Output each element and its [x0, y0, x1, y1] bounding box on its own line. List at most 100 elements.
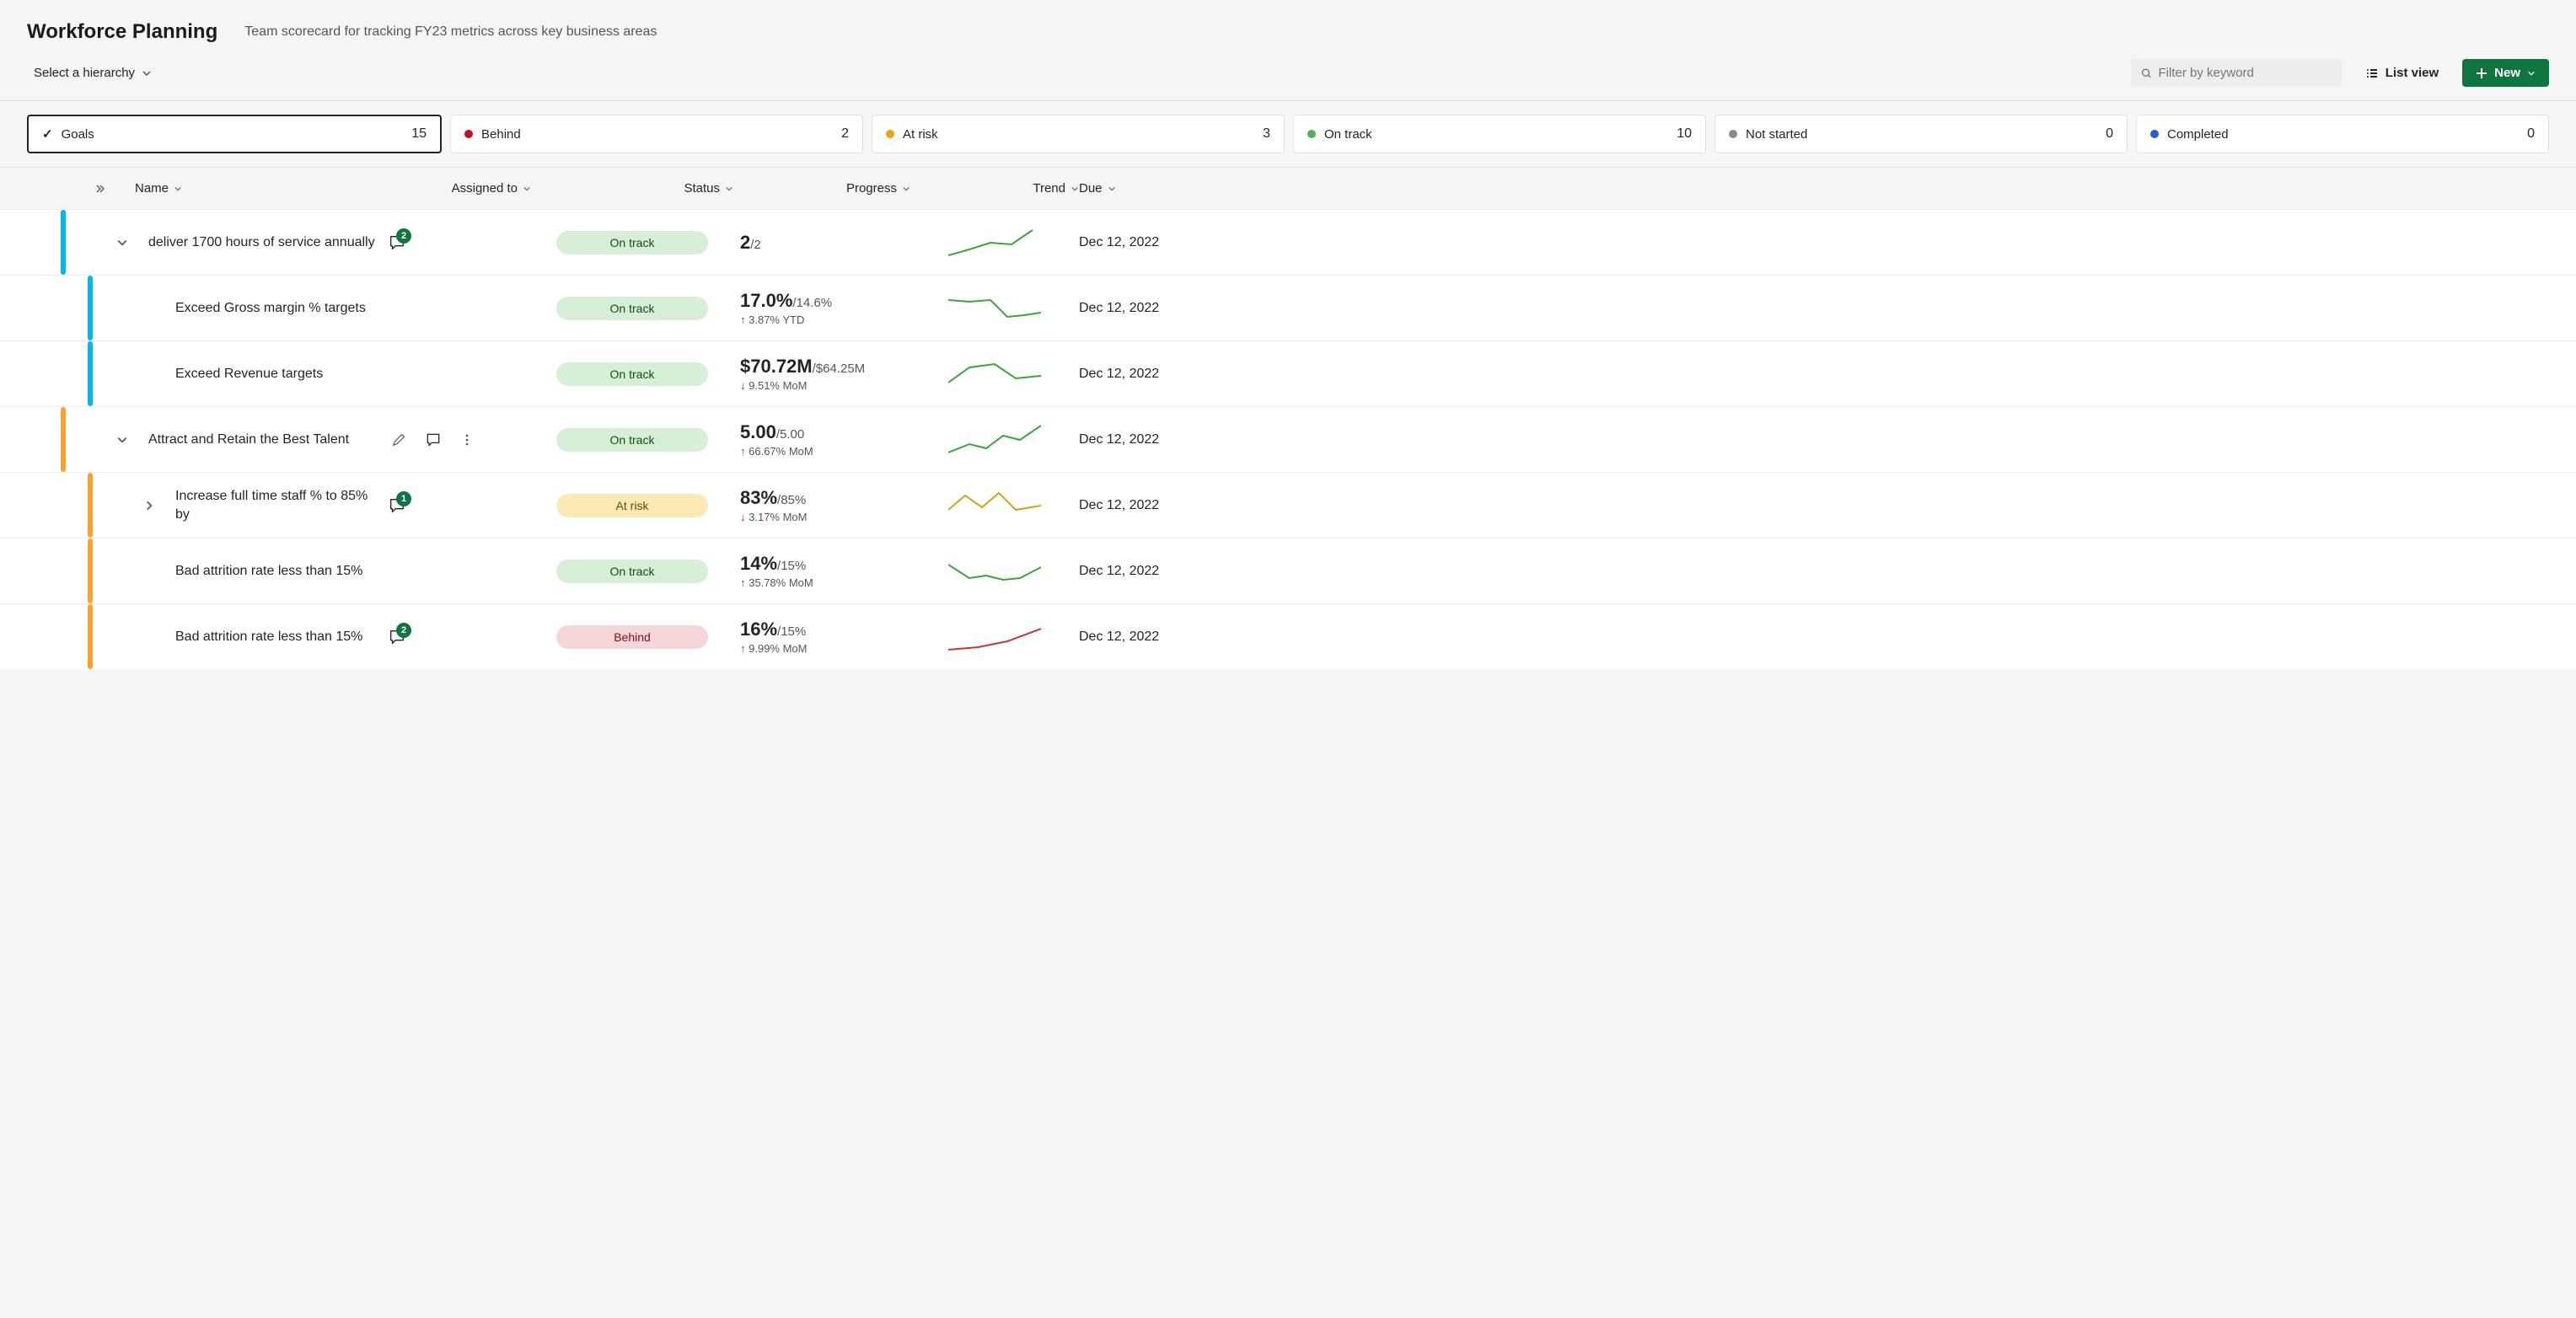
chevron-down-icon	[902, 185, 910, 193]
table-header: Name Assigned to Status Progress Trend D…	[0, 168, 2576, 209]
trend-sparkline	[948, 489, 1041, 522]
goal-name: Attract and Retain the Best Talent	[135, 426, 388, 454]
hierarchy-label: Select a hierarchy	[34, 66, 135, 80]
hierarchy-select[interactable]: Select a hierarchy	[27, 61, 158, 85]
chevron-down-icon	[174, 185, 182, 193]
comments-button[interactable]: 1	[388, 496, 406, 515]
table-body: deliver 1700 hours of service annually 2…	[0, 209, 2576, 669]
chevron-right-icon	[143, 500, 155, 512]
table-row[interactable]: deliver 1700 hours of service annually 2…	[0, 209, 2576, 275]
expand-toggle[interactable]	[116, 237, 128, 249]
dot-icon	[886, 130, 894, 138]
search-box[interactable]	[2131, 59, 2342, 87]
expand-toggle[interactable]	[116, 434, 128, 446]
goal-name: Bad attrition rate less than 15%	[162, 623, 388, 651]
page-header: Workforce Planning Team scorecard for tr…	[0, 0, 2576, 54]
dot-icon	[2150, 130, 2159, 138]
trend-sparkline	[948, 292, 1041, 325]
progress-value: 17.0%/14.6% 3.87% YTD	[733, 290, 910, 326]
comments-count: 2	[396, 623, 411, 638]
chevron-down-icon	[2527, 69, 2536, 78]
filter-notstarted[interactable]: Not started 0	[1715, 115, 2128, 153]
comments-button[interactable]: 2	[388, 233, 406, 252]
row-accent	[88, 473, 93, 538]
trend-sparkline	[948, 620, 1041, 654]
page-subtitle: Team scorecard for tracking FY23 metrics…	[244, 24, 657, 40]
table-row[interactable]: Exceed Revenue targets On track $70.72M/…	[0, 340, 2576, 406]
filter-goals[interactable]: ✓Goals 15	[27, 115, 442, 153]
status-badge: On track	[556, 428, 708, 452]
filter-behind[interactable]: Behind 2	[450, 115, 863, 153]
status-badge: At risk	[556, 494, 708, 517]
chevron-down-icon	[116, 237, 128, 249]
more-vertical-icon	[460, 433, 474, 447]
comment-icon	[425, 431, 442, 448]
table-row[interactable]: Attract and Retain the Best Talent On tr…	[0, 406, 2576, 472]
edit-button[interactable]	[388, 429, 410, 451]
new-label: New	[2494, 66, 2520, 80]
row-accent	[88, 604, 93, 669]
status-badge: On track	[556, 560, 708, 583]
col-progress[interactable]: Progress	[733, 181, 910, 196]
filter-atrisk[interactable]: At risk 3	[872, 115, 1285, 153]
chevron-down-icon	[1108, 185, 1116, 193]
table-row[interactable]: Exceed Gross margin % targets On track 1…	[0, 275, 2576, 340]
row-accent	[88, 341, 93, 406]
table-row[interactable]: Bad attrition rate less than 15% On trac…	[0, 538, 2576, 603]
status-badge: On track	[556, 297, 708, 320]
new-button[interactable]: New	[2462, 59, 2549, 87]
status-badge: On track	[556, 231, 708, 254]
chevron-down-icon	[523, 185, 531, 193]
dot-icon	[1307, 130, 1316, 138]
search-icon	[2141, 67, 2152, 79]
search-input[interactable]	[2159, 66, 2332, 80]
comments-button[interactable]	[421, 428, 445, 452]
due-date: Dec 12, 2022	[1079, 630, 1231, 645]
chevron-down-icon	[1071, 185, 1079, 193]
progress-value: 83%/85% 3.17% MoM	[733, 487, 910, 523]
row-accent	[61, 407, 66, 472]
dot-icon	[464, 130, 473, 138]
list-view-button[interactable]: List view	[2355, 59, 2449, 87]
list-icon	[2365, 67, 2379, 80]
more-button[interactable]	[457, 430, 477, 450]
row-accent	[61, 210, 66, 275]
page-title: Workforce Planning	[27, 20, 217, 44]
chevron-down-icon	[142, 68, 152, 78]
goal-name: Exceed Revenue targets	[162, 360, 388, 388]
trend-sparkline	[948, 357, 1041, 391]
row-accent	[88, 276, 93, 340]
double-chevron-icon	[94, 183, 106, 195]
due-date: Dec 12, 2022	[1079, 432, 1231, 447]
status-badge: Behind	[556, 625, 708, 649]
status-filters: ✓Goals 15 Behind 2 At risk 3 On track 10…	[0, 101, 2576, 168]
chevron-down-icon	[725, 185, 733, 193]
comments-button[interactable]: 2	[388, 628, 406, 646]
goal-name: deliver 1700 hours of service annually	[135, 228, 388, 257]
col-name[interactable]: Name	[135, 181, 388, 196]
dot-icon	[1729, 130, 1737, 138]
plus-icon	[2476, 67, 2487, 79]
progress-value: 5.00/5.00 66.67% MoM	[733, 421, 910, 458]
comments-count: 2	[396, 228, 411, 244]
col-trend[interactable]: Trend	[910, 181, 1079, 196]
col-due[interactable]: Due	[1079, 181, 1231, 196]
table-row[interactable]: Bad attrition rate less than 15% 2 Behin…	[0, 603, 2576, 669]
col-assigned[interactable]: Assigned to	[388, 181, 531, 196]
progress-value: 16%/15% 9.99% MoM	[733, 619, 910, 655]
expand-all[interactable]	[94, 183, 135, 195]
filter-completed[interactable]: Completed 0	[2136, 115, 2549, 153]
status-badge: On track	[556, 362, 708, 386]
trend-sparkline	[948, 226, 1041, 260]
table-row[interactable]: Increase full time staff % to 85% by 1 A…	[0, 472, 2576, 538]
pencil-icon	[391, 432, 406, 447]
expand-toggle[interactable]	[143, 500, 155, 512]
trend-sparkline	[948, 555, 1041, 588]
col-status[interactable]: Status	[531, 181, 733, 196]
filter-ontrack[interactable]: On track 10	[1293, 115, 1706, 153]
goal-name: Increase full time staff % to 85% by	[162, 482, 388, 528]
progress-value: $70.72M/$64.25M 9.51% MoM	[733, 356, 910, 392]
progress-value: 14%/15% 35.78% MoM	[733, 553, 910, 589]
list-view-label: List view	[2385, 66, 2439, 80]
due-date: Dec 12, 2022	[1079, 564, 1231, 579]
